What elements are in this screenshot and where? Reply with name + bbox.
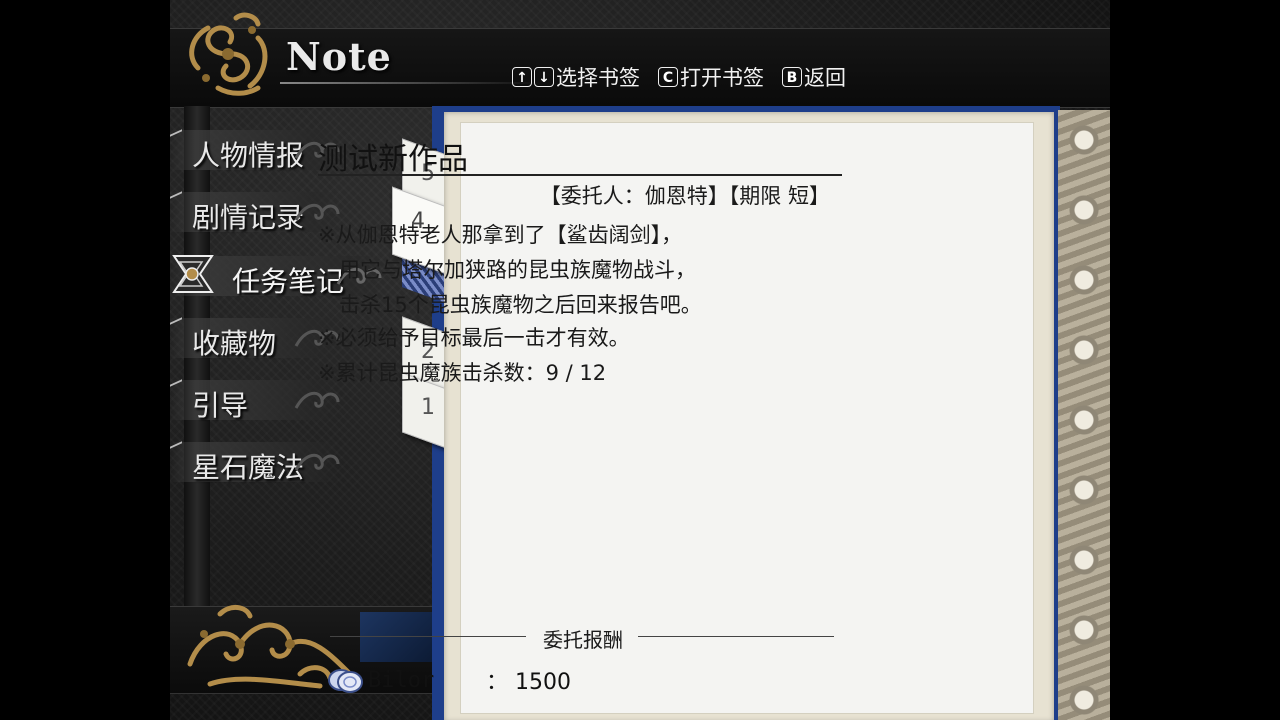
- menu-item-label: 人物情报: [192, 139, 305, 172]
- hint-label: 返回: [804, 66, 846, 90]
- menu-item-character-info[interactable]: 人物情报: [170, 129, 340, 172]
- hint-select-bookmark: ↑ ↓ 选择书签: [512, 62, 640, 92]
- quest-title: 测试新作品: [318, 142, 468, 177]
- page-title: Note: [286, 34, 392, 79]
- reward-heading-label: 委托报酬: [543, 628, 623, 652]
- menu-tick: [170, 129, 182, 149]
- arrow-up-key-icon: ↑: [512, 67, 532, 87]
- swirl-ornament-icon: [294, 391, 340, 409]
- title-underline: [280, 82, 540, 84]
- control-hints: ↑ ↓ 选择书签 C 打开书签 B 返回: [512, 62, 846, 92]
- divider: [330, 636, 526, 637]
- gold-ornament-icon: [189, 12, 268, 96]
- quest-description-line: 击杀15个昆虫族魔物之后回来报告吧。: [318, 293, 702, 317]
- selection-cursor-icon: [172, 255, 214, 293]
- menu-tick: [170, 379, 182, 399]
- menu-tick: [170, 317, 182, 337]
- menu-item-label: 剧情记录: [192, 201, 305, 234]
- b-key-icon: B: [782, 67, 802, 87]
- reward-row: Bilor ： 1500: [326, 664, 571, 696]
- menu-item-starstone-magic[interactable]: 星石魔法: [170, 441, 340, 484]
- menu-tick: [170, 191, 182, 211]
- arrow-down-key-icon: ↓: [534, 67, 554, 87]
- reward-heading: 委托报酬: [318, 624, 842, 652]
- reward-amount: ： 1500: [486, 670, 571, 695]
- swirl-ornament-icon: [294, 453, 340, 471]
- menu-tick: [170, 441, 182, 461]
- coin-icon: [328, 669, 363, 693]
- quest-description-line: ※从伽恩特老人那拿到了【鲨齿阔剑】，: [318, 223, 683, 247]
- quest-description-line: 用它与塔尔加狭路的昆虫族魔物战斗，: [318, 258, 696, 282]
- quest-client-info: 【委托人：伽恩特】【期限 短】: [539, 184, 830, 208]
- menu-item-label: 引导: [192, 389, 249, 422]
- menu-item-guide[interactable]: 引导: [170, 379, 340, 422]
- tab-label: 1: [421, 394, 435, 420]
- note-screen: Note ↑ ↓ 选择书签 C 打开书签 B 返回 人物情报 剧情记录 任务笔记…: [170, 0, 1110, 720]
- c-key-icon: C: [658, 67, 678, 87]
- quest-description-line: ※必须给予目标最后一击才有效。: [318, 326, 630, 350]
- menu-item-collection[interactable]: 收藏物: [170, 317, 340, 360]
- quest-kill-counter: ※累计昆虫魔族击杀数：9 / 12: [318, 361, 607, 385]
- hint-back: B 返回: [782, 62, 846, 92]
- reward-currency-name: Bilor: [368, 667, 435, 693]
- hint-label: 选择书签: [556, 66, 640, 90]
- paisley-pattern: [1058, 110, 1110, 720]
- divider: [638, 636, 834, 637]
- hint-label: 打开书签: [680, 66, 764, 90]
- menu-item-label: 收藏物: [192, 327, 277, 360]
- title-rule: [318, 174, 842, 176]
- menu-item-label: 星石魔法: [192, 451, 305, 484]
- hint-open-bookmark: C 打开书签: [658, 62, 764, 92]
- menu-item-story-log[interactable]: 剧情记录: [170, 191, 340, 234]
